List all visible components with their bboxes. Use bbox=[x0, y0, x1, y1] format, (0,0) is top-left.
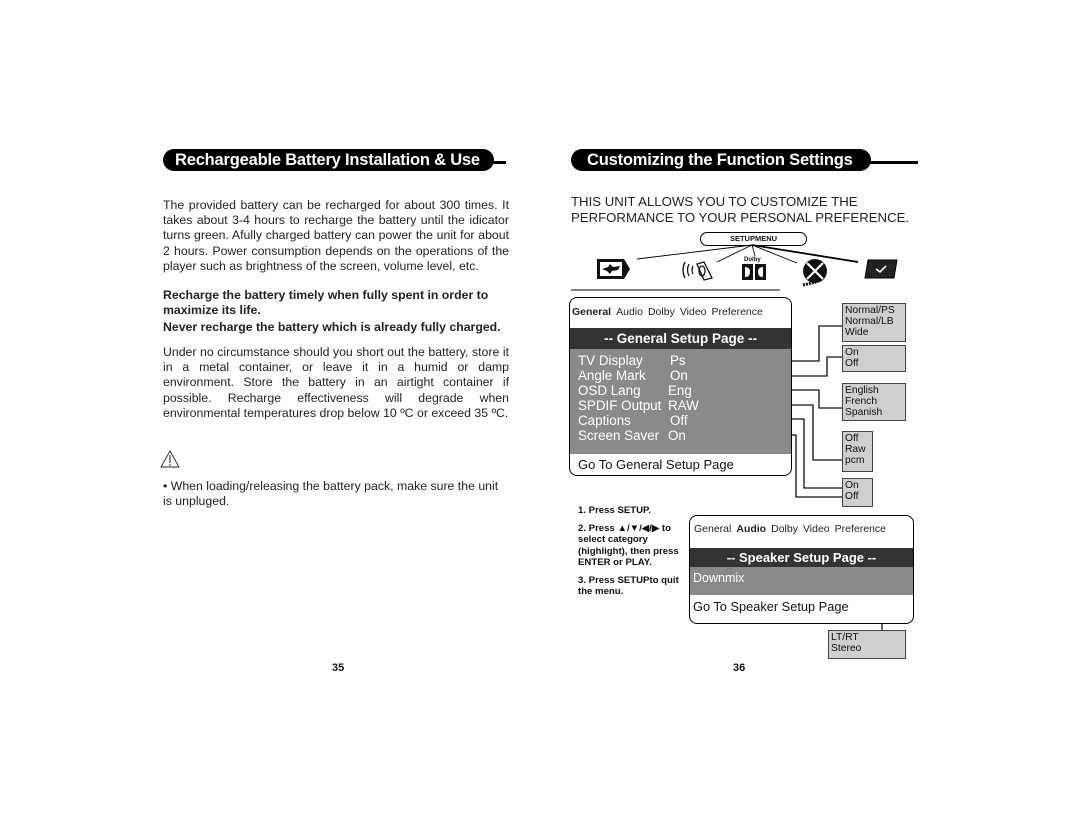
battery-safety-paragraph: Under no circumstance should you short o… bbox=[163, 345, 509, 420]
option[interactable]: Spanish bbox=[845, 407, 903, 418]
general-menu-tabs: General Audio Dolby Video Preference bbox=[572, 306, 768, 318]
intro-line-2: PERFORMANCE TO YOUR PERSONAL PREFERENCE. bbox=[571, 210, 910, 225]
battery-unplug-note: • When loading/releasing the battery pac… bbox=[163, 479, 499, 509]
item-value: Ps bbox=[670, 353, 686, 368]
preference-check-icon bbox=[864, 259, 898, 279]
go-to-general-setup[interactable]: Go To General Setup Page bbox=[578, 457, 734, 472]
menu-item-osd-lang[interactable]: OSD Lang Eng bbox=[578, 383, 692, 398]
customize-intro: THIS UNIT ALLOWS YOU TO CUSTOMIZE THE PE… bbox=[571, 194, 909, 226]
option[interactable]: Off bbox=[845, 491, 870, 502]
option[interactable]: Normal/PS bbox=[845, 305, 903, 316]
tab-audio[interactable]: Audio bbox=[736, 523, 766, 535]
step-1: 1. Press SETUP. bbox=[578, 505, 651, 516]
right-section-title: Customizing the Function Settings bbox=[571, 149, 871, 171]
angle-mark-options: On Off bbox=[842, 345, 906, 372]
option[interactable]: Normal/LB bbox=[845, 316, 903, 327]
instruction-steps: 1. Press SETUP. 2. Press ▲/▼/◀/▶ to sele… bbox=[578, 505, 688, 604]
speaker-menu-tabs: General Audio Dolby Video Preference bbox=[694, 523, 891, 535]
item-label: Angle Mark bbox=[578, 368, 646, 383]
setup-menu-label: SETUPMENU bbox=[700, 232, 807, 246]
item-label: OSD Lang bbox=[578, 383, 641, 398]
menu-item-captions[interactable]: Captions Off bbox=[578, 413, 688, 428]
general-monitor-icon bbox=[597, 259, 630, 279]
option[interactable]: On bbox=[845, 480, 870, 491]
general-menu-body: TV Display Ps Angle Mark On OSD Lang Eng SP… bbox=[570, 349, 791, 454]
option[interactable]: Stereo bbox=[831, 643, 903, 654]
option[interactable]: Off bbox=[845, 433, 870, 444]
option[interactable]: Raw bbox=[845, 444, 870, 455]
tab-preference[interactable]: Preference bbox=[712, 306, 763, 318]
item-value: On bbox=[670, 368, 688, 383]
intro-line-1: THIS UNIT ALLOWS YOU TO CUSTOMIZE THE bbox=[571, 194, 858, 209]
tab-video[interactable]: Video bbox=[680, 306, 707, 318]
option[interactable]: On bbox=[845, 347, 903, 358]
item-label: SPDIF Output bbox=[578, 398, 662, 413]
menu-item-screen-saver[interactable]: Screen Saver On bbox=[578, 428, 686, 443]
option[interactable]: LT/RT bbox=[831, 632, 903, 643]
warning-triangle-icon bbox=[160, 450, 180, 468]
tab-general[interactable]: General bbox=[572, 306, 611, 318]
item-value: On bbox=[668, 428, 686, 443]
video-reel-icon bbox=[802, 259, 827, 287]
left-section-title: Rechargeable Battery Installation & Use bbox=[163, 149, 494, 171]
speaker-setup-header: -- Speaker Setup Page -- bbox=[690, 548, 913, 567]
tab-preference[interactable]: Preference bbox=[835, 523, 886, 535]
downmix-options: LT/RT Stereo bbox=[828, 630, 906, 659]
general-setup-header: -- General Setup Page -- bbox=[570, 328, 791, 349]
battery-bold-note-2: Never recharge the battery which is alre… bbox=[163, 320, 501, 334]
right-title-rule bbox=[866, 161, 918, 164]
menu-item-downmix[interactable]: Downmix bbox=[693, 571, 744, 586]
option[interactable]: Wide bbox=[845, 327, 903, 338]
menu-item-tv-display[interactable]: TV Display Ps bbox=[578, 353, 686, 368]
general-setup-menu: General Audio Dolby Video Preference -- Gene… bbox=[569, 297, 792, 476]
page-number-left: 35 bbox=[332, 662, 345, 674]
go-to-speaker-setup[interactable]: Go To Speaker Setup Page bbox=[693, 599, 849, 614]
tab-general[interactable]: General bbox=[694, 523, 731, 535]
page-number-right: 36 bbox=[733, 662, 746, 674]
tab-dolby[interactable]: Dolby bbox=[648, 306, 675, 318]
dolby-icon bbox=[742, 264, 766, 280]
left-title-rule bbox=[484, 161, 506, 164]
captions-options: On Off bbox=[842, 478, 873, 507]
speaker-setup-menu: General Audio Dolby Video Preference -- Spea… bbox=[689, 515, 914, 624]
step-2: 2. Press ▲/▼/◀/▶ to select category (hig… bbox=[578, 522, 679, 569]
tv-display-options: Normal/PS Normal/LB Wide bbox=[842, 303, 906, 342]
battery-bold-note-1: Recharge the battery timely when fully s… bbox=[163, 288, 489, 318]
step-3: 3. Press SETUPto quit the menu. bbox=[578, 574, 679, 598]
menu-item-angle-mark[interactable]: Angle Mark On bbox=[578, 368, 688, 383]
option[interactable]: French bbox=[845, 396, 903, 407]
option[interactable]: pcm bbox=[845, 455, 870, 466]
item-value: RAW bbox=[668, 398, 699, 413]
dolby-label: Dolby bbox=[744, 257, 761, 263]
diagram-connector-lines bbox=[571, 244, 883, 630]
item-value: Off bbox=[670, 413, 688, 428]
item-label: Screen Saver bbox=[578, 428, 660, 443]
item-value: Eng bbox=[668, 383, 692, 398]
speaker-menu-body: Downmix bbox=[690, 567, 913, 595]
item-label: Captions bbox=[578, 413, 631, 428]
option[interactable]: English bbox=[845, 385, 903, 396]
audio-speaker-icon bbox=[682, 261, 713, 281]
tab-dolby[interactable]: Dolby bbox=[771, 523, 798, 535]
option[interactable]: Off bbox=[845, 358, 903, 369]
menu-item-spdif-output[interactable]: SPDIF Output RAW bbox=[578, 398, 699, 413]
battery-intro-paragraph: The provided battery can be recharged fo… bbox=[163, 198, 509, 273]
item-label: TV Display bbox=[578, 353, 643, 368]
tab-video[interactable]: Video bbox=[803, 523, 830, 535]
spdif-output-options: Off Raw pcm bbox=[842, 431, 873, 472]
tab-audio[interactable]: Audio bbox=[616, 306, 643, 318]
osd-lang-options: English French Spanish bbox=[842, 383, 906, 421]
